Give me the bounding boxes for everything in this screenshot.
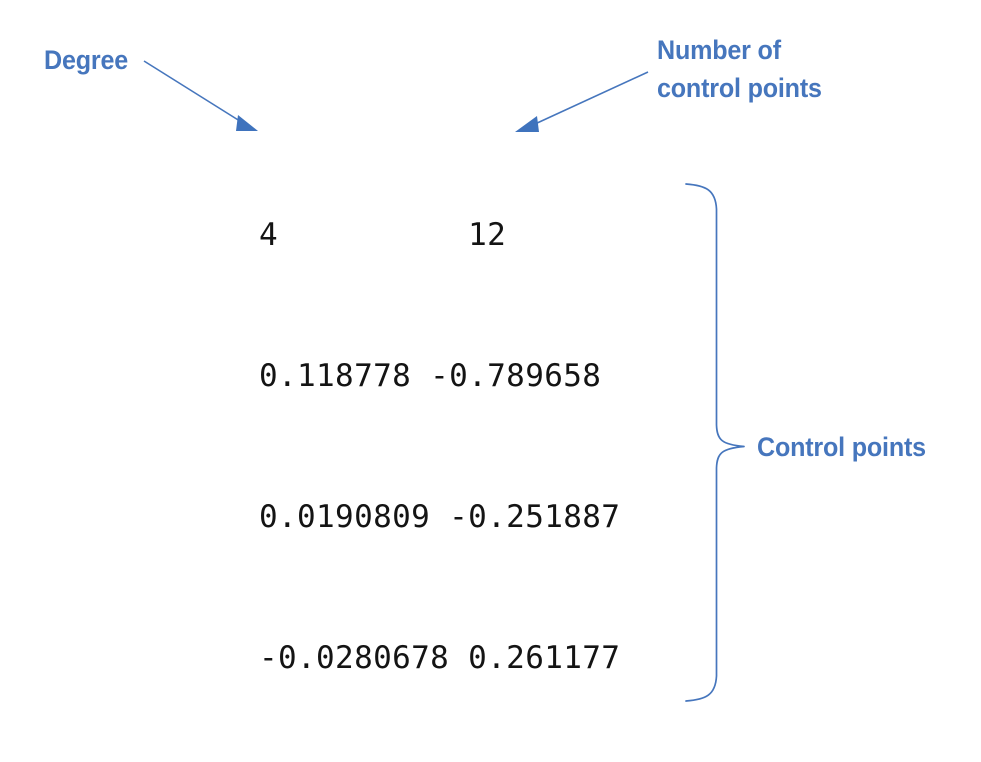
- figure-canvas: Degree Number of control points Control …: [0, 0, 981, 762]
- annotation-label-control-points: Control points: [757, 432, 926, 462]
- annotation-label-degree: Degree: [44, 45, 129, 75]
- control-point-row: -0.0280678 0.261177: [259, 640, 621, 676]
- control-point-row: 0.0190809 -0.251887: [259, 499, 621, 535]
- control-point-row: 0.118778 -0.789658: [259, 358, 602, 394]
- annotation-label-number-of-control-points: Number of control points: [657, 35, 822, 103]
- arrow-degree: [143, 60, 258, 131]
- control-points-brace: [685, 183, 745, 702]
- spline-data-text-block: 4 12 0.118778 -0.789658 0.0190809 -0.251…: [259, 118, 620, 762]
- header-row: 4 12: [259, 217, 507, 253]
